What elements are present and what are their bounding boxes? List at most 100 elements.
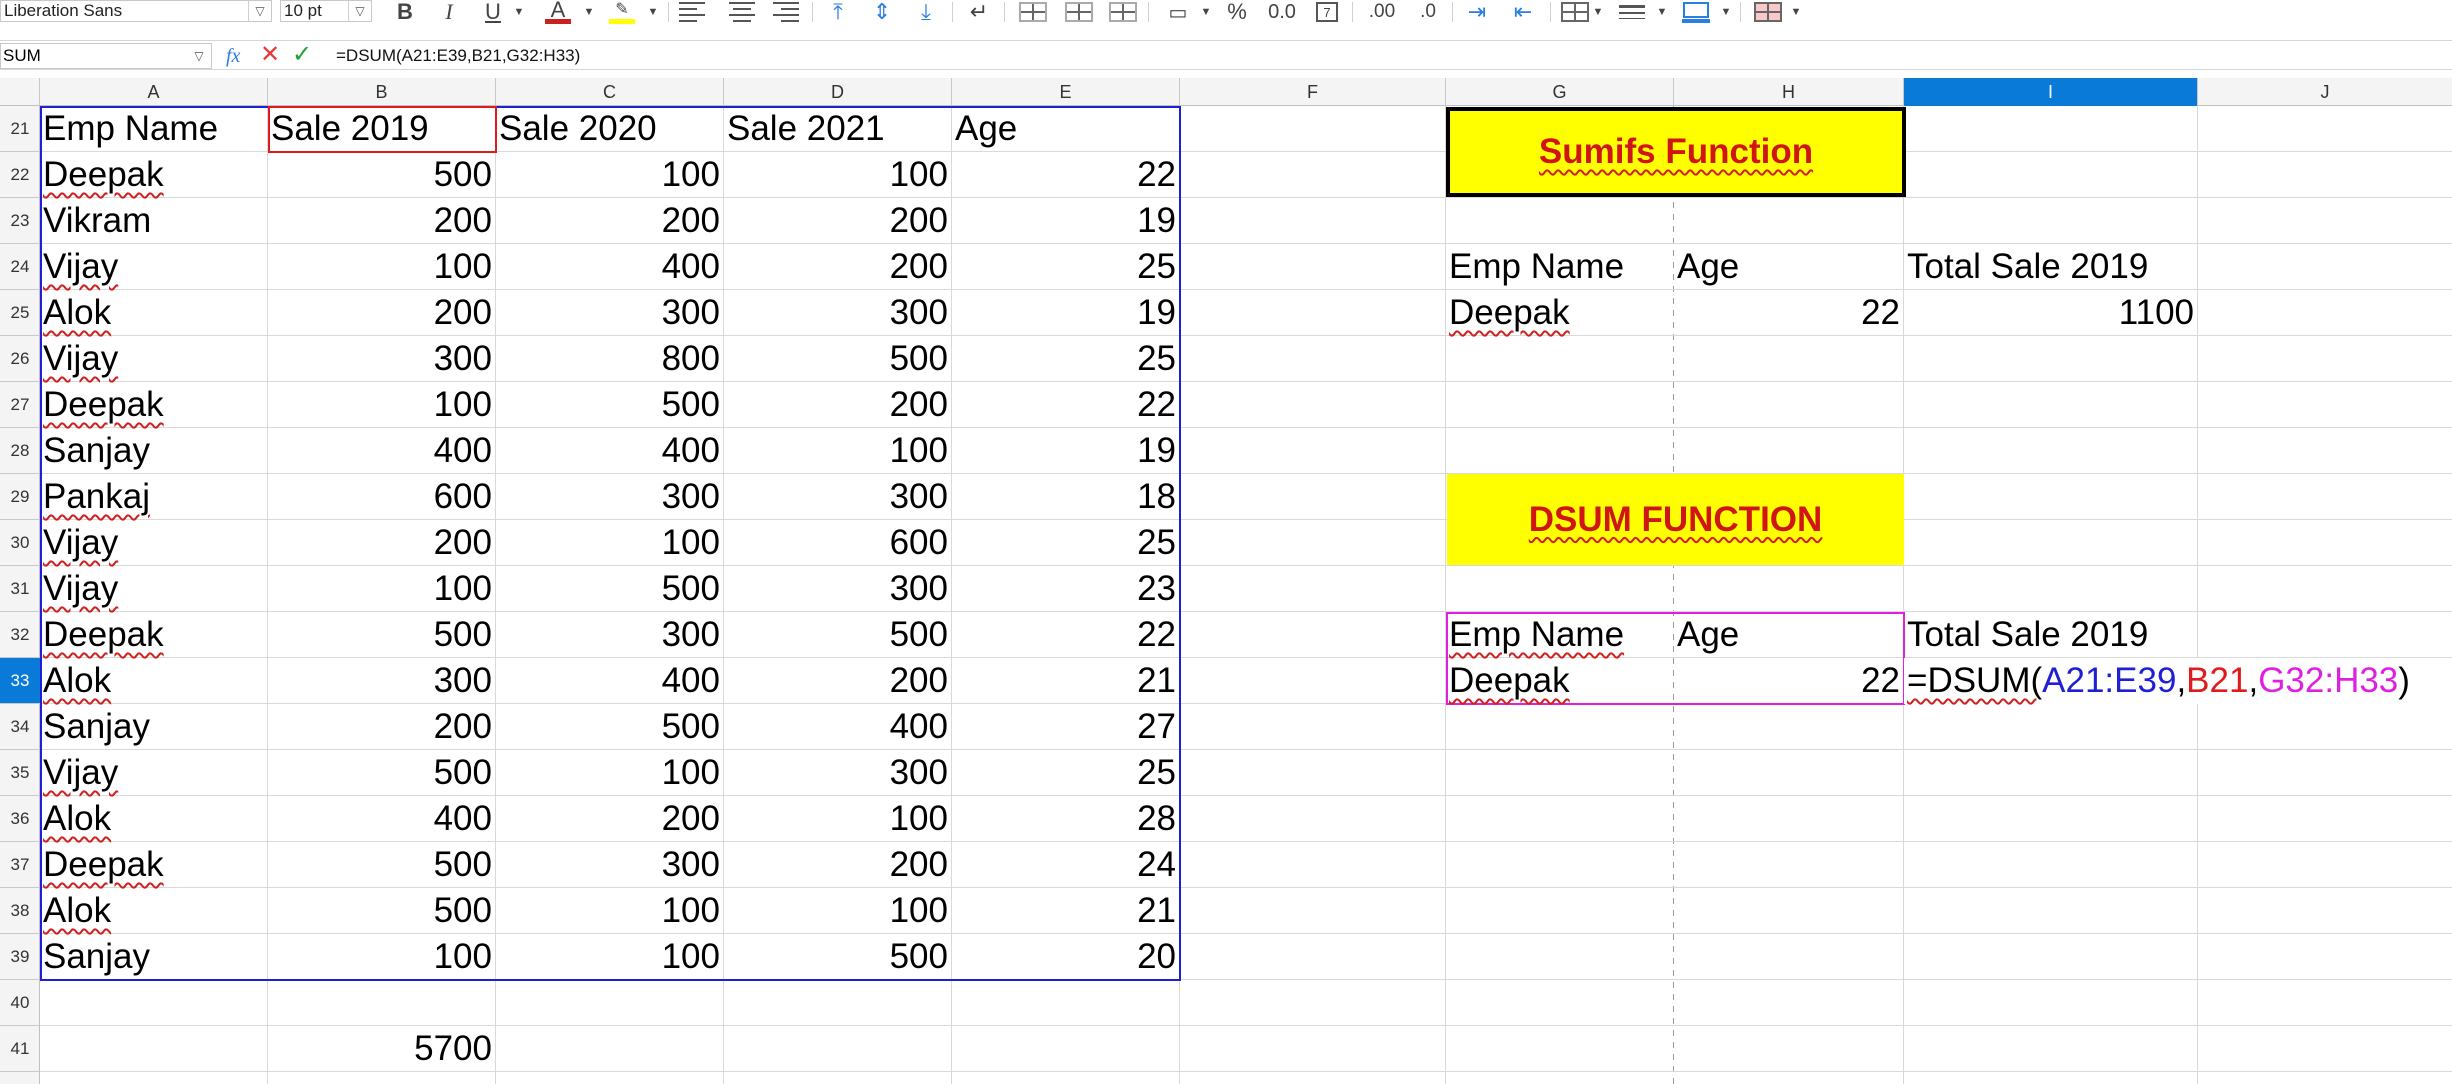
header-cell[interactable]: Sale 2021	[724, 106, 952, 152]
value-cell[interactable]: 500	[496, 566, 724, 612]
row-header-23[interactable]: 23	[0, 198, 40, 244]
column-header-a[interactable]: A	[40, 78, 268, 106]
align-middle-icon[interactable]: ⇕	[866, 0, 898, 24]
value-cell[interactable]: 400	[724, 704, 952, 750]
value-cell[interactable]: 400	[496, 658, 724, 704]
merge-cells-icon[interactable]	[1016, 0, 1050, 24]
emp-name-cell[interactable]: Deepak	[40, 842, 268, 888]
emp-name-cell[interactable]: Alok	[40, 888, 268, 934]
column-header-h[interactable]: H	[1674, 78, 1904, 106]
emp-name-cell[interactable]: Sanjay	[40, 428, 268, 474]
align-bottom-icon[interactable]: ⤓	[910, 0, 942, 24]
value-cell[interactable]: 300	[496, 612, 724, 658]
value-cell[interactable]: 100	[268, 566, 496, 612]
chevron-down-icon[interactable]: ▼	[1656, 0, 1668, 24]
value-cell[interactable]: 19	[952, 290, 1180, 336]
value-cell[interactable]: 28	[952, 796, 1180, 842]
value-cell[interactable]: 300	[724, 566, 952, 612]
row-header-31[interactable]: 31	[0, 566, 40, 612]
row-header-34[interactable]: 34	[0, 704, 40, 750]
value-cell[interactable]: 200	[724, 382, 952, 428]
value-cell[interactable]: 27	[952, 704, 1180, 750]
value-cell[interactable]: 100	[724, 796, 952, 842]
row-header-38[interactable]: 38	[0, 888, 40, 934]
row-header-26[interactable]: 26	[0, 336, 40, 382]
value-cell[interactable]: 300	[724, 290, 952, 336]
accept-icon[interactable]: ✓	[292, 41, 318, 69]
column-header-b[interactable]: B	[268, 78, 496, 106]
emp-name-cell[interactable]: Vijay	[40, 566, 268, 612]
dsum-name-cell[interactable]: Deepak	[1446, 658, 1674, 704]
chevron-down-icon[interactable]: ▽	[348, 1, 371, 21]
value-cell[interactable]: 21	[952, 658, 1180, 704]
percent-icon[interactable]: %	[1222, 0, 1252, 24]
value-cell[interactable]: 25	[952, 750, 1180, 796]
header-cell[interactable]: Sale 2019	[268, 106, 496, 152]
row-header-22[interactable]: 22	[0, 152, 40, 198]
value-cell[interactable]: 400	[496, 428, 724, 474]
number-format-icon[interactable]: 0.0	[1262, 0, 1302, 24]
row-header-21[interactable]: 21	[0, 106, 40, 152]
italic-icon[interactable]: I	[434, 0, 464, 24]
value-cell[interactable]: 300	[268, 658, 496, 704]
font-color-icon[interactable]: A	[540, 0, 576, 24]
conditional-format-icon[interactable]	[1748, 0, 1788, 24]
emp-name-cell[interactable]: Vijay	[40, 336, 268, 382]
value-cell[interactable]: 200	[724, 842, 952, 888]
value-cell[interactable]: 22	[952, 612, 1180, 658]
value-cell[interactable]: 300	[496, 842, 724, 888]
value-cell[interactable]: 300	[724, 474, 952, 520]
border-style-icon[interactable]	[1612, 0, 1652, 24]
value-cell[interactable]: 100	[268, 934, 496, 980]
value-cell[interactable]: 400	[268, 796, 496, 842]
currency-icon[interactable]: ▭	[1156, 0, 1200, 24]
value-cell[interactable]: 25	[952, 520, 1180, 566]
value-cell[interactable]: 400	[268, 428, 496, 474]
date-format-icon[interactable]: 7	[1312, 0, 1342, 24]
row-header-39[interactable]: 39	[0, 934, 40, 980]
value-cell[interactable]: 21	[952, 888, 1180, 934]
value-cell[interactable]: 100	[724, 888, 952, 934]
header-cell[interactable]: Emp Name	[40, 106, 268, 152]
value-cell[interactable]: 200	[724, 244, 952, 290]
value-cell[interactable]: 100	[724, 428, 952, 474]
font-size-combo[interactable]: 10 pt ▽	[280, 0, 372, 22]
row-header-40[interactable]: 40	[0, 980, 40, 1026]
border-color-icon[interactable]	[1676, 0, 1716, 24]
value-cell[interactable]: 100	[496, 750, 724, 796]
add-decimal-icon[interactable]: .00	[1360, 0, 1404, 24]
value-cell[interactable]: 400	[496, 244, 724, 290]
emp-name-cell[interactable]: Alok	[40, 796, 268, 842]
bold-icon[interactable]: B	[390, 0, 420, 24]
column-header-g[interactable]: G	[1446, 78, 1674, 106]
dsum-header-name[interactable]: Emp Name	[1446, 612, 1674, 658]
sumifs-header-name[interactable]: Emp Name	[1446, 244, 1674, 290]
value-cell[interactable]: 23	[952, 566, 1180, 612]
column-header-j[interactable]: J	[2198, 78, 2452, 106]
dsum-age-cell[interactable]: 22	[1674, 658, 1904, 704]
formula-edit-cell[interactable]: =DSUM(A21:E39,B21,G32:H33)	[1904, 658, 2452, 704]
emp-name-cell[interactable]: Sanjay	[40, 704, 268, 750]
chevron-down-icon[interactable]: ▽	[248, 1, 271, 21]
emp-name-cell[interactable]: Vijay	[40, 520, 268, 566]
select-all-corner[interactable]	[0, 78, 40, 106]
value-cell[interactable]: 200	[496, 796, 724, 842]
emp-name-cell[interactable]: Deepak	[40, 382, 268, 428]
value-cell[interactable]: 100	[496, 888, 724, 934]
value-cell[interactable]: 20	[952, 934, 1180, 980]
align-left-icon[interactable]	[676, 0, 708, 24]
value-cell[interactable]: 200	[268, 198, 496, 244]
underline-icon[interactable]: U	[478, 0, 508, 24]
font-name-combo[interactable]: Liberation Sans ▽	[0, 0, 272, 22]
value-cell[interactable]: 200	[724, 658, 952, 704]
value-cell[interactable]: 19	[952, 198, 1180, 244]
unmerge-icon[interactable]	[1106, 0, 1140, 24]
row-header-37[interactable]: 37	[0, 842, 40, 888]
emp-name-cell[interactable]: Vijay	[40, 750, 268, 796]
chevron-down-icon[interactable]: ▼	[646, 0, 660, 24]
dsum-banner[interactable]: DSUM FUNCTION	[1447, 474, 1904, 565]
row-header-35[interactable]: 35	[0, 750, 40, 796]
dsum-header-age[interactable]: Age	[1674, 612, 1904, 658]
merge-center-icon[interactable]	[1062, 0, 1096, 24]
value-cell[interactable]: 25	[952, 244, 1180, 290]
